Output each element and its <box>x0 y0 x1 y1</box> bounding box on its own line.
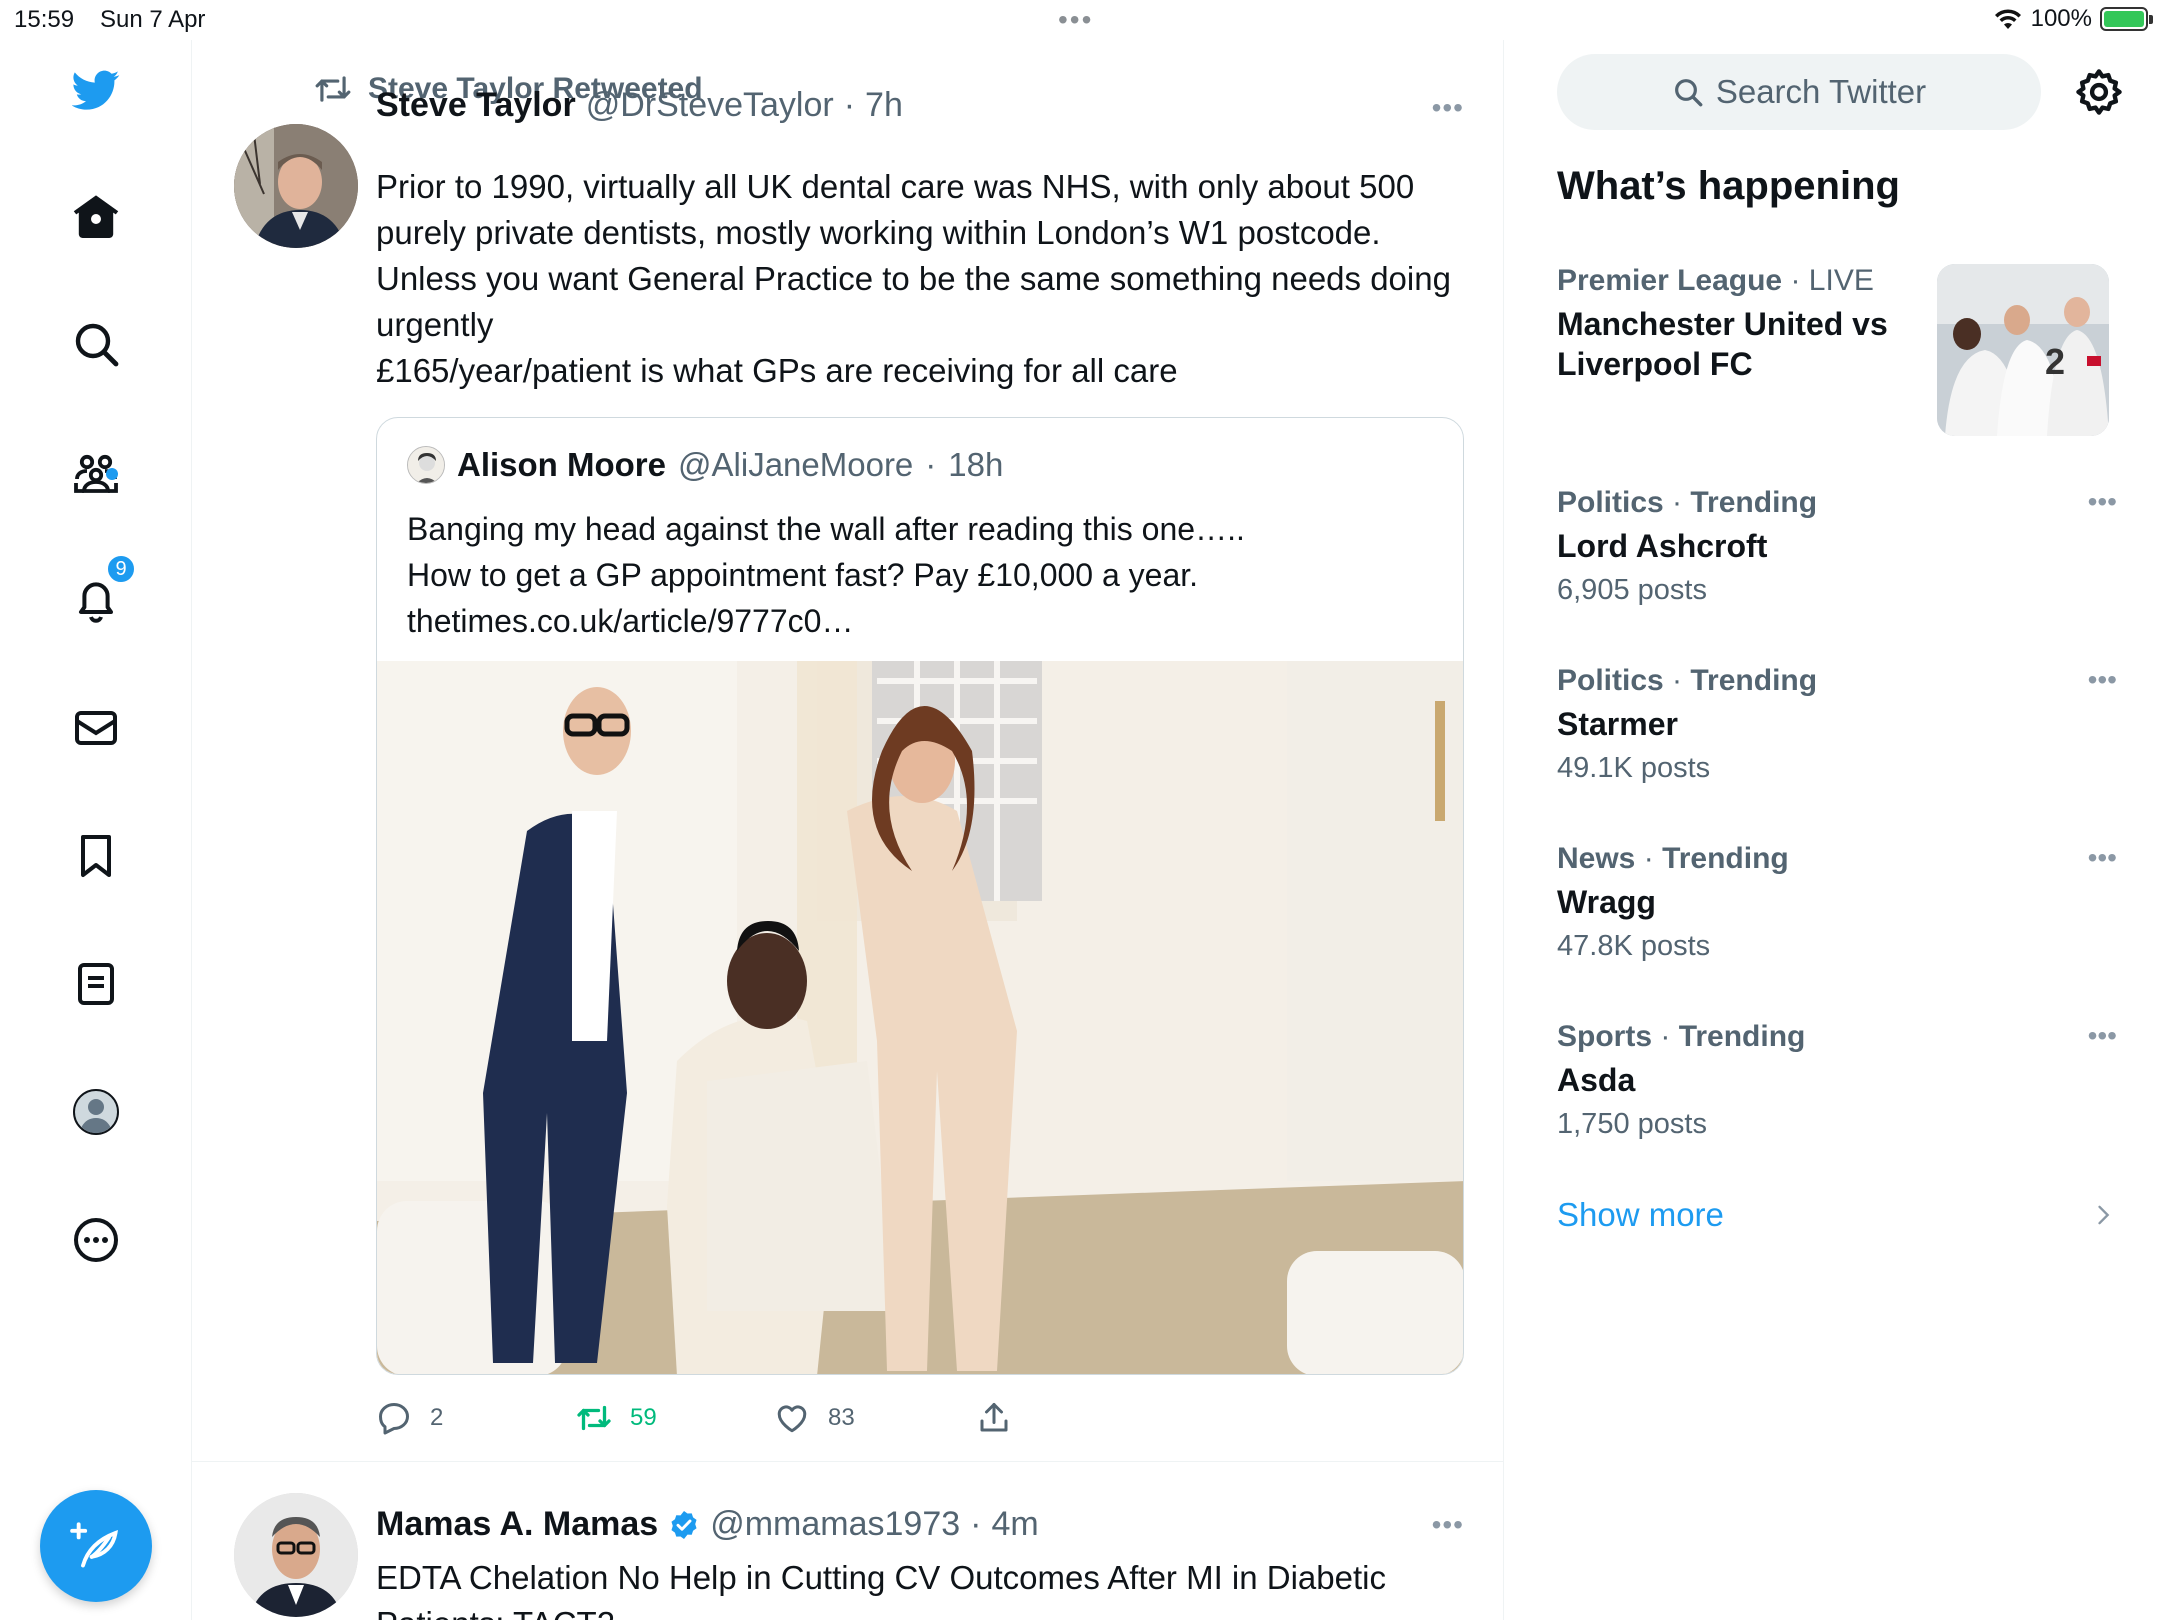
author-name[interactable]: Mamas A. Mamas <box>376 1505 658 1544</box>
reply-count: 2 <box>430 1404 444 1431</box>
meta-separator: · <box>843 86 856 124</box>
like-icon <box>777 1405 807 1433</box>
trend-title: Starmer <box>1557 706 1678 742</box>
quoted-tweet-photo[interactable] <box>377 661 1463 1374</box>
trend-category: Premier League · LIVE <box>1557 264 1874 297</box>
status-date: Sun 7 Apr <box>100 6 206 33</box>
trend-post-count: 6,905 posts <box>1557 574 1707 606</box>
tweet-header: Steve Taylor @DrSteveTaylor · 7h <box>376 86 903 125</box>
chevron-right-icon <box>2098 1205 2110 1225</box>
author-handle[interactable]: @DrSteveTaylor <box>586 86 834 125</box>
mail-icon[interactable] <box>66 698 126 758</box>
show-more-link[interactable]: Show more <box>1557 1196 1724 1234</box>
quoted-avatar <box>407 446 445 484</box>
quoted-author-name: Alison Moore <box>457 446 667 483</box>
quoted-tweet-time: 18h <box>948 446 1004 483</box>
timeline: Steve Taylor Retweeted Steve Taylor @DrS… <box>192 40 1504 1620</box>
tweet-actions: 2 59 83 <box>376 1400 1076 1444</box>
more-circle-icon[interactable] <box>66 1210 126 1270</box>
reply-icon <box>379 1403 409 1435</box>
section-title: What’s happening <box>1557 164 1900 208</box>
more-options-icon[interactable]: ••• <box>1432 1509 1464 1541</box>
share-icon <box>980 1403 1008 1432</box>
author-handle[interactable]: @mmamas1973 <box>710 1505 960 1544</box>
trend-post-count: 49.1K posts <box>1557 752 1711 784</box>
trend-category: Politics · Trending <box>1557 664 1818 697</box>
bookmark-icon[interactable] <box>66 826 126 886</box>
trend-post-count: 47.8K posts <box>1557 930 1711 962</box>
avatar[interactable] <box>234 124 358 248</box>
retweet-button[interactable]: 59 <box>576 1400 657 1436</box>
status-indicators: 100% <box>1993 5 2153 33</box>
search-icon <box>1674 79 1703 107</box>
trend-item[interactable]: Politics · Trending Starmer 49.1K posts … <box>1557 664 2117 785</box>
tweet-time[interactable]: 4m <box>991 1505 1038 1544</box>
compose-button[interactable] <box>40 1490 152 1602</box>
trend-category: News · Trending <box>1557 842 1789 875</box>
right-sidebar: Search Twitter What’s happening Premier … <box>1505 40 2160 1620</box>
wifi-icon <box>1994 9 2021 29</box>
notifications-badge: 9 <box>106 554 136 584</box>
svg-text:2: 2 <box>2045 341 2065 382</box>
home-icon[interactable] <box>66 186 126 246</box>
status-time: 15:59 <box>14 6 75 33</box>
trend-item[interactable]: News · Trending Wragg 47.8K posts ••• <box>1557 842 2117 963</box>
tweet[interactable]: Steve Taylor Retweeted Steve Taylor @DrS… <box>192 40 1503 1462</box>
left-nav: 9 <box>0 40 192 1620</box>
trend-title: Asda <box>1557 1062 1636 1098</box>
share-button[interactable] <box>976 1400 1012 1436</box>
tweet-time[interactable]: 7h <box>865 86 903 125</box>
more-options-icon[interactable]: ••• <box>2088 842 2117 874</box>
quoted-author-handle: @AliJaneMoore <box>678 446 914 483</box>
trend-title: Manchester United vs Liverpool FC <box>1557 306 1888 382</box>
tweet-text: Prior to 1990, virtually all UK dental c… <box>376 168 1451 389</box>
retweet-count: 59 <box>630 1404 657 1431</box>
reply-button[interactable]: 2 <box>376 1400 443 1436</box>
multitasking-dots-icon[interactable]: ••• <box>1058 4 1093 36</box>
tweet[interactable]: Mamas A. Mamas @mmamas1973 · 4m ••• EDTA… <box>192 1463 1503 1620</box>
more-options-icon[interactable]: ••• <box>1432 92 1464 124</box>
search-placeholder: Search Twitter <box>1715 73 1927 110</box>
profile-icon[interactable] <box>66 1082 126 1142</box>
more-options-icon[interactable]: ••• <box>2088 1020 2117 1052</box>
avatar[interactable] <box>234 1493 358 1617</box>
search-icon[interactable] <box>66 314 126 374</box>
quoted-tweet-header: Alison Moore @AliJaneMoore · 18h <box>407 446 1003 484</box>
trend-title: Wragg <box>1557 884 1656 920</box>
quoted-tweet[interactable]: Alison Moore @AliJaneMoore · 18h Banging… <box>376 417 1464 1375</box>
battery-percent: 100% <box>2030 5 2092 32</box>
battery-icon <box>2100 7 2153 31</box>
compose-icon <box>70 1522 118 1568</box>
more-options-icon[interactable]: ••• <box>2088 664 2117 696</box>
lists-icon[interactable] <box>66 954 126 1014</box>
verified-icon <box>671 1510 697 1539</box>
trend-title: Lord Ashcroft <box>1557 528 1768 564</box>
meta-separator: · <box>925 446 937 483</box>
battery-fill <box>2104 11 2144 27</box>
search-input[interactable]: Search Twitter <box>1557 54 2041 130</box>
settings-gear-icon[interactable] <box>2073 66 2125 118</box>
like-count: 83 <box>828 1404 855 1431</box>
like-button[interactable]: 83 <box>774 1400 855 1436</box>
communities-dot-badge <box>106 468 118 480</box>
meta-separator: · <box>970 1505 982 1543</box>
trend-item[interactable]: Politics · Trending Lord Ashcroft 6,905 … <box>1557 486 2117 607</box>
tweet-text: EDTA Chelation No Help in Cutting CV Out… <box>376 1559 1386 1620</box>
status-bar: 15:59 Sun 7 Apr ••• 100% <box>0 0 2160 40</box>
more-options-icon[interactable]: ••• <box>2088 486 2117 518</box>
twitter-bird-icon[interactable] <box>66 60 126 120</box>
retweet-icon <box>577 1405 611 1431</box>
author-name[interactable]: Steve Taylor <box>376 86 576 125</box>
tweet-header: Mamas A. Mamas @mmamas1973 · 4m <box>376 1505 1039 1544</box>
quoted-tweet-text: Banging my head against the wall after r… <box>407 511 1245 639</box>
trend-category: Sports · Trending <box>1557 1020 1806 1053</box>
retweet-icon <box>315 76 351 102</box>
trend-item[interactable]: Sports · Trending Asda 1,750 posts ••• <box>1557 1020 2117 1141</box>
trend-post-count: 1,750 posts <box>1557 1108 1707 1140</box>
trend-item[interactable]: Premier League · LIVE Manchester United … <box>1557 264 1937 384</box>
trend-thumbnail: 2 <box>1937 264 2109 436</box>
trend-category: Politics · Trending <box>1557 486 1818 519</box>
